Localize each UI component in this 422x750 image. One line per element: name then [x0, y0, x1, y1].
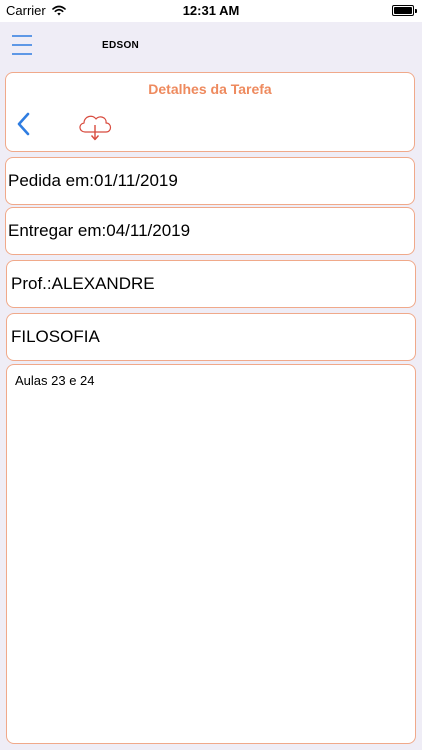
chevron-left-icon	[17, 112, 30, 136]
battery-level	[394, 7, 412, 14]
subject-text: FILOSOFIA	[11, 327, 100, 346]
battery-tip	[415, 9, 417, 13]
menu-button[interactable]	[10, 32, 36, 58]
back-button[interactable]	[12, 111, 38, 137]
teacher-text: Prof.:ALEXANDRE	[11, 274, 155, 293]
task-notes[interactable]: Aulas 23 e 24	[6, 364, 416, 744]
nav-bar: EDSON	[0, 22, 422, 70]
hamburger-menu-icon	[12, 35, 32, 55]
teacher-field: Prof.:ALEXANDRE	[6, 260, 416, 308]
task-notes-text: Aulas 23 e 24	[15, 373, 95, 388]
task-header-title: Detalhes da Tarefa	[148, 81, 272, 97]
requested-date-text: Pedida em:01/11/2019	[8, 171, 178, 190]
status-bar: Carrier 12:31 AM	[0, 0, 422, 22]
download-button[interactable]	[76, 111, 114, 143]
due-date-text: Entregar em:04/11/2019	[8, 221, 191, 240]
cloud-download-icon	[79, 115, 112, 141]
due-date-field: Entregar em:04/11/2019	[5, 207, 415, 255]
clock: 12:31 AM	[182, 3, 240, 18]
task-header-card: Detalhes da Tarefa	[5, 72, 415, 152]
nav-title: EDSON	[102, 40, 140, 51]
requested-date-field: Pedida em:01/11/2019	[5, 157, 415, 205]
battery-icon	[392, 5, 417, 16]
subject-field: FILOSOFIA	[6, 313, 416, 361]
